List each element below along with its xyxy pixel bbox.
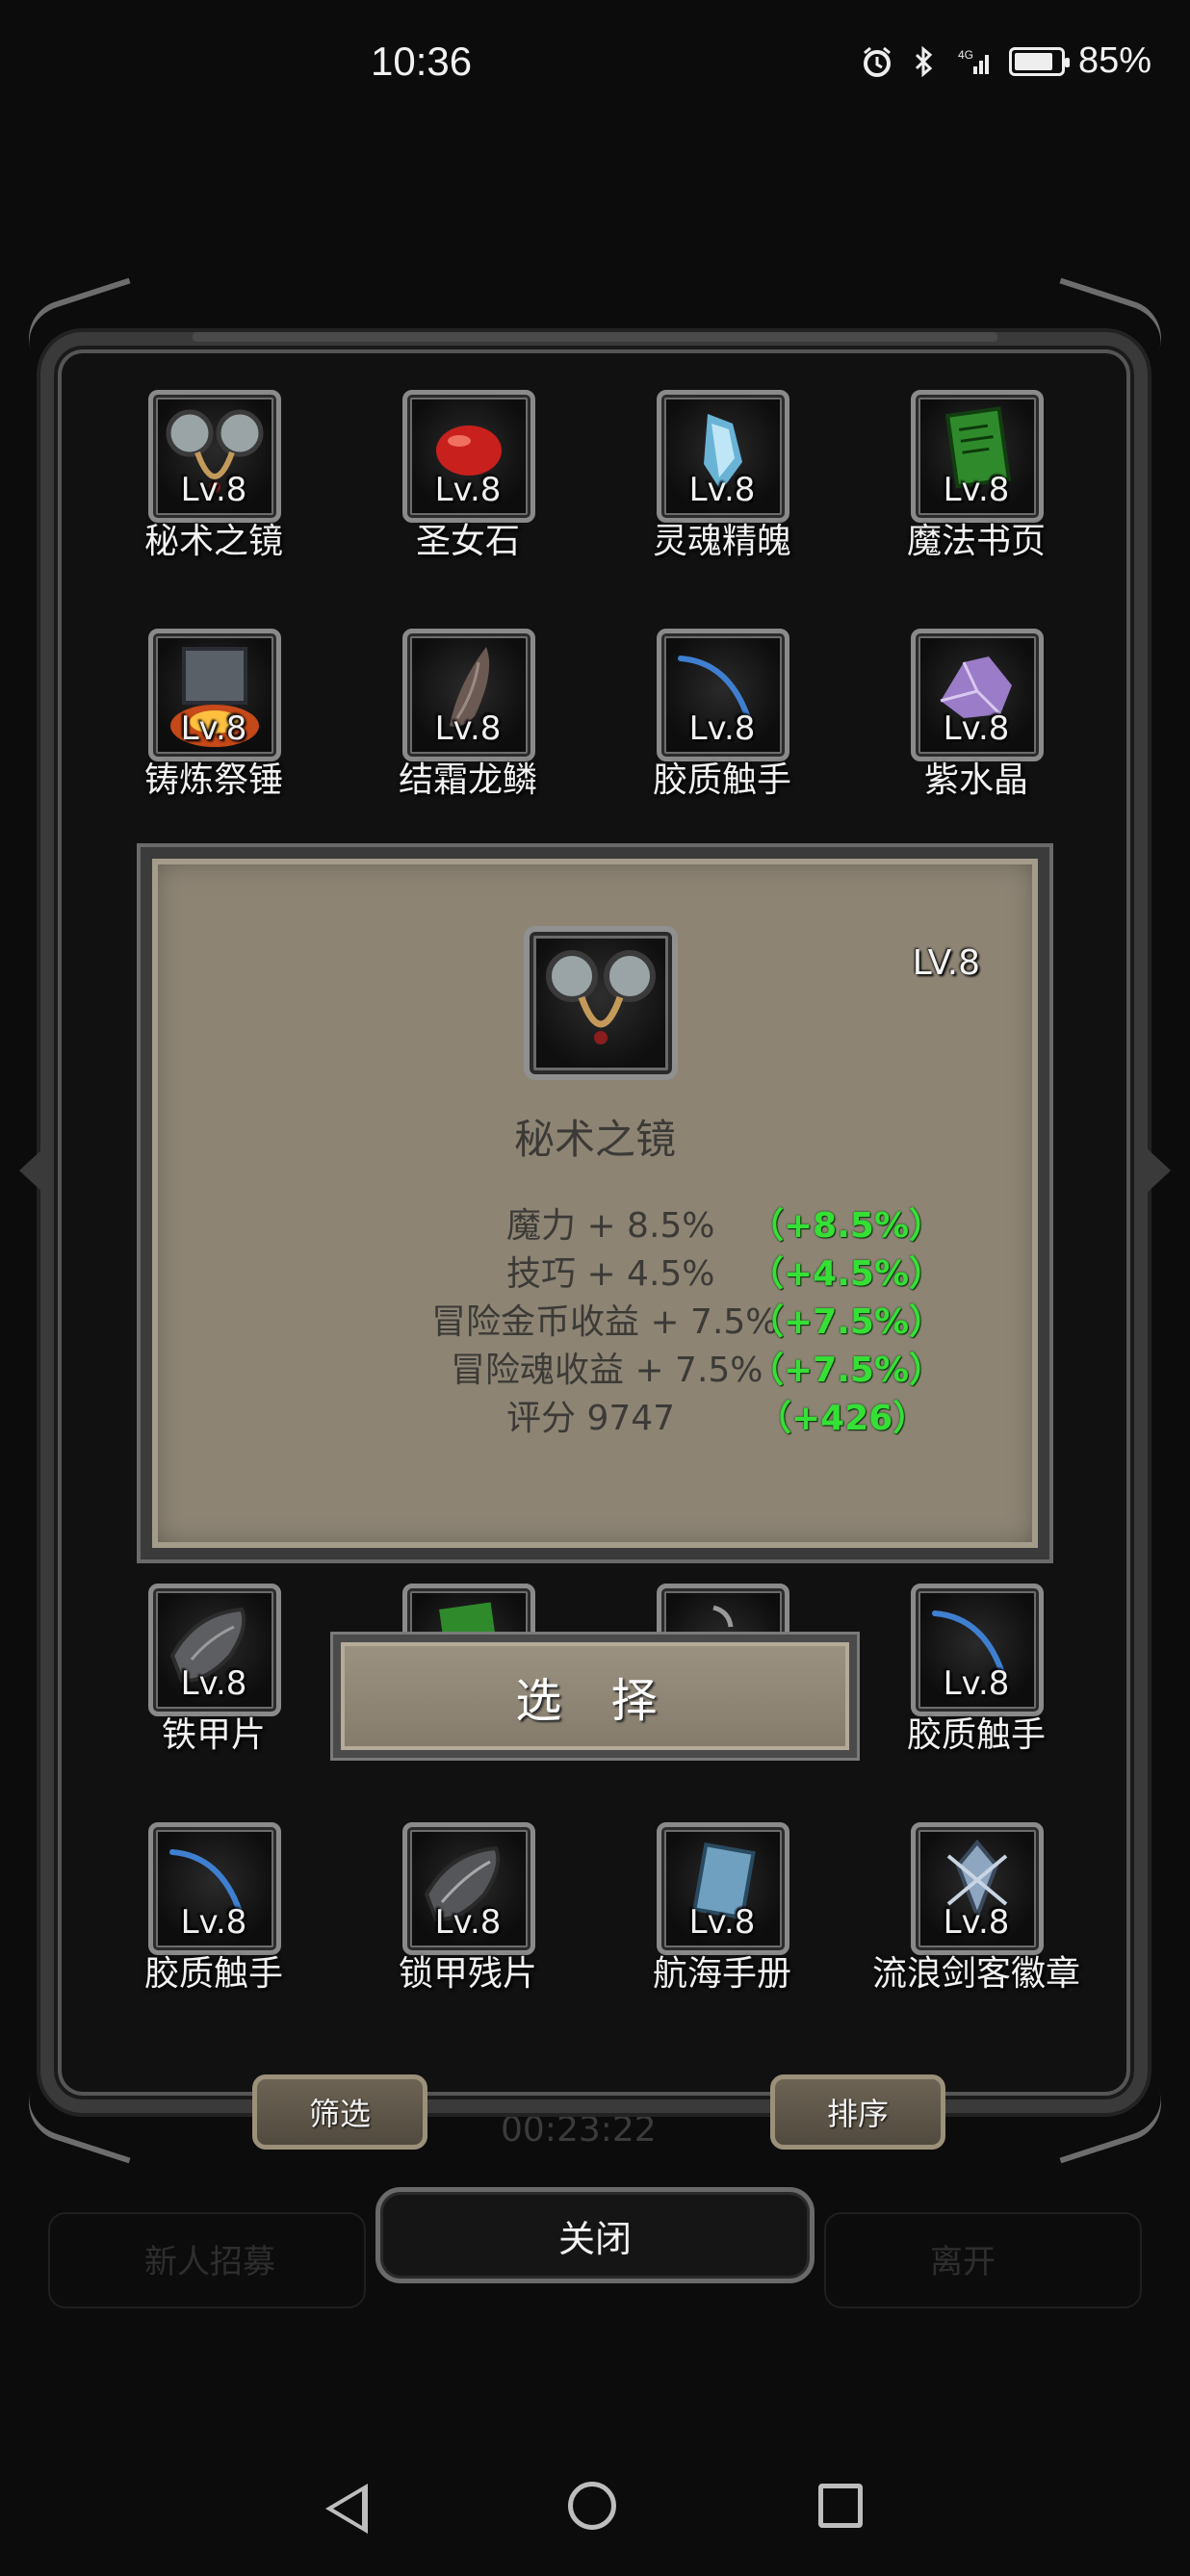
inventory-item[interactable]: Lv.8 胶质触手 — [108, 1822, 320, 2005]
filter-button[interactable]: 筛选 — [252, 2074, 427, 2150]
next-arrow-icon[interactable] — [1144, 1146, 1171, 1196]
inventory-item[interactable]: Lv.8 铸炼祭锤 — [108, 629, 320, 811]
item-level: Lv.8 — [434, 1903, 502, 1942]
detail-item-name: 秘术之镜 — [513, 1116, 676, 1163]
close-button[interactable]: 关闭 — [375, 2187, 815, 2283]
bg-leave-label: 离开 — [930, 2243, 996, 2281]
item-name: 铁甲片 — [161, 1715, 266, 1755]
bg-timer: 00:23:22 — [501, 2110, 657, 2150]
item-level: Lv.8 — [688, 709, 756, 748]
stat-label: 魔力 + 8.5% — [506, 1206, 715, 1246]
inventory-item[interactable]: Lv.8 灵魂精魄 — [616, 390, 828, 573]
item-name: 锁甲残片 — [398, 1954, 537, 1994]
item-name: 魔法书页 — [906, 522, 1046, 561]
item-level: Lv.8 — [688, 1903, 756, 1942]
detail-icon-frame — [524, 926, 678, 1080]
back-icon[interactable] — [325, 2484, 368, 2534]
stat-bonus: （+7.5%） — [749, 1351, 944, 1390]
item-level: Lv.8 — [943, 709, 1010, 748]
inventory-item[interactable]: Lv.8 胶质触手 — [870, 1584, 1082, 1766]
item-level: Lv.8 — [180, 1664, 247, 1703]
item-name: 胶质触手 — [906, 1715, 1046, 1755]
battery-percent: 85% — [1077, 40, 1151, 81]
mirror-icon — [546, 950, 656, 1044]
bg-recruit-label: 新人招募 — [144, 2243, 275, 2281]
item-name: 航海手册 — [652, 1954, 791, 1994]
battery-icon — [1008, 46, 1070, 76]
item-name: 灵魂精魄 — [652, 522, 791, 561]
alarm-icon — [863, 46, 891, 77]
stat-label: 技巧 + 4.5% — [506, 1254, 715, 1294]
inventory-item[interactable]: Lv.8 圣女石 — [362, 390, 574, 573]
prev-arrow-icon[interactable] — [19, 1146, 46, 1196]
sort-button[interactable]: 排序 — [770, 2074, 945, 2150]
stat-label: 评分 9747 — [506, 1399, 676, 1438]
item-level: Lv.8 — [180, 1903, 247, 1942]
item-name: 胶质触手 — [652, 760, 791, 800]
detail-level: LV.8 — [912, 943, 980, 983]
bluetooth-icon — [915, 45, 933, 77]
inventory-item[interactable]: Lv.8 流浪剑客徽章 — [870, 1822, 1082, 2005]
svg-text:4G: 4G — [958, 48, 973, 62]
stat-bonus: （+4.5%） — [749, 1254, 944, 1294]
item-level: Lv.8 — [434, 471, 502, 509]
item-name: 圣女石 — [415, 522, 520, 561]
inventory-item[interactable]: Lv.8 航海手册 — [616, 1822, 828, 2005]
item-detail-panel: LV.8 秘术之镜 魔力 + 8.5% （+8.5%） 技巧 + 4.5% （+… — [141, 847, 1049, 1559]
inventory-item[interactable]: Lv.8 胶质触手 — [616, 629, 828, 811]
inventory-item[interactable]: Lv.8 锁甲残片 — [362, 1822, 574, 2005]
item-level: Lv.8 — [180, 471, 247, 509]
item-level: Lv.8 — [943, 1664, 1010, 1703]
navigation-bar — [0, 2464, 1190, 2576]
item-name: 紫水晶 — [923, 760, 1028, 800]
item-name: 胶质触手 — [143, 1954, 283, 1994]
inventory-item[interactable]: Lv.8 结霜龙鳞 — [362, 629, 574, 811]
frame-top-bar — [193, 332, 997, 342]
item-level: Lv.8 — [434, 709, 502, 748]
status-bar: 10:36 4G 85% — [0, 0, 1190, 135]
item-name: 秘术之镜 — [143, 522, 283, 561]
stat-bonus: （+8.5%） — [749, 1206, 944, 1246]
clock: 10:36 — [371, 39, 473, 84]
stat-bonus: （+426） — [757, 1399, 928, 1438]
inventory-item[interactable]: Lv.8 紫水晶 — [870, 629, 1082, 811]
item-level: Lv.8 — [688, 471, 756, 509]
item-name: 结霜龙鳞 — [398, 760, 537, 800]
item-level: Lv.8 — [943, 471, 1010, 509]
item-level: Lv.8 — [180, 709, 247, 748]
item-name: 铸炼祭锤 — [143, 760, 283, 800]
stat-bonus: （+7.5%） — [749, 1302, 944, 1342]
stat-label: 冒险魂收益 + 7.5% — [451, 1351, 763, 1390]
inventory-item[interactable]: Lv.8 秘术之镜 — [108, 390, 320, 573]
select-button[interactable]: 选 择 — [333, 1635, 857, 1758]
home-icon[interactable] — [568, 2482, 616, 2530]
status-icons: 4G 85% — [861, 40, 1151, 82]
inventory-item[interactable]: Lv.8 铁甲片 — [108, 1584, 320, 1766]
signal-icon: 4G — [958, 48, 989, 74]
recent-apps-icon[interactable] — [818, 2484, 863, 2528]
stat-label: 冒险金币收益 + 7.5% — [431, 1302, 779, 1342]
item-level: Lv.8 — [943, 1903, 1010, 1942]
item-name: 流浪剑客徽章 — [871, 1954, 1080, 1994]
inventory-item[interactable]: Lv.8 魔法书页 — [870, 390, 1082, 573]
